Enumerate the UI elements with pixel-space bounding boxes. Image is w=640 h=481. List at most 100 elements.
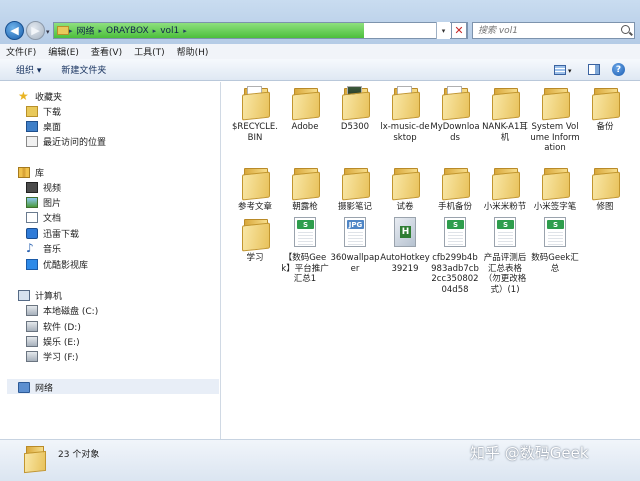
sidebar-item-documents[interactable]: 文档 bbox=[26, 210, 61, 224]
downloads-folder-icon bbox=[26, 105, 38, 117]
command-bar: 组织 ▾ 新建文件夹 bbox=[0, 59, 640, 81]
youku-library-icon bbox=[26, 258, 38, 270]
help-icon[interactable]: ? bbox=[612, 63, 625, 76]
sidebar-label: 学习 (F:) bbox=[43, 352, 79, 363]
menu-tools[interactable]: 工具(T) bbox=[134, 45, 165, 58]
address-bar[interactable]: ▸ 网络 ▸ ORAYBOX ▸ vol1 ▸ bbox=[53, 22, 468, 39]
folder-icon bbox=[241, 165, 269, 199]
file-name: lx-music-desktop bbox=[380, 122, 430, 143]
file-name: 小米签字笔 bbox=[533, 202, 577, 212]
folder-icon bbox=[441, 85, 469, 119]
sidebar-item-drive-c[interactable]: 本地磁盘 (C:) bbox=[26, 303, 98, 317]
sidebar-label: 软件 (D:) bbox=[43, 322, 81, 333]
file-item[interactable]: S cfb299b4b983adb7cb2cc35080204d58 bbox=[430, 216, 480, 295]
file-item[interactable]: 学习 bbox=[230, 216, 280, 264]
breadcrumb-vol1[interactable]: vol1 bbox=[156, 26, 183, 36]
menu-view[interactable]: 查看(V) bbox=[91, 45, 122, 58]
explorer-window: ◀ ▶ ▾ ▸ 网络 ▸ ORAYBOX ▸ vol1 ▸ ▾ ✕ 文件(F) … bbox=[0, 0, 640, 481]
breadcrumb-separator[interactable]: ▸ bbox=[183, 27, 187, 35]
file-name: System Volume Information bbox=[530, 122, 580, 153]
sidebar-item-downloads[interactable]: 下载 bbox=[26, 104, 61, 118]
back-button[interactable]: ◀ bbox=[5, 21, 24, 40]
sidebar-label: 收藏夹 bbox=[35, 92, 63, 103]
organize-button[interactable]: 组织 ▾ bbox=[16, 63, 41, 76]
menu-file[interactable]: 文件(F) bbox=[6, 45, 36, 58]
file-item[interactable]: Adobe bbox=[280, 85, 330, 133]
file-item[interactable]: JPG 360wallpaper bbox=[330, 216, 380, 274]
view-options-icon[interactable] bbox=[554, 65, 566, 75]
folder-icon bbox=[291, 85, 319, 119]
file-name: 学习 bbox=[246, 253, 264, 263]
file-name: 参考文章 bbox=[237, 202, 272, 212]
sidebar-label: 优酷影视库 bbox=[43, 260, 89, 271]
file-item[interactable]: NANK-A1耳机 bbox=[480, 85, 530, 143]
thunder-download-icon bbox=[26, 227, 38, 239]
file-name: D5300 bbox=[340, 122, 370, 132]
file-name: NANK-A1耳机 bbox=[482, 122, 528, 143]
sidebar-item-desktop[interactable]: 桌面 bbox=[26, 119, 61, 133]
sidebar-item-videos[interactable]: 视频 bbox=[26, 180, 61, 194]
file-item[interactable]: 参考文章 bbox=[230, 165, 280, 213]
sidebar-item-drive-e[interactable]: 娱乐 (E:) bbox=[26, 334, 80, 348]
forward-button[interactable]: ▶ bbox=[26, 21, 45, 40]
hard-drive-icon bbox=[26, 335, 38, 347]
new-folder-button[interactable]: 新建文件夹 bbox=[61, 63, 106, 76]
status-bar: 23 个对象 知乎 @数码Geek bbox=[0, 439, 640, 481]
file-item[interactable]: S 数码Geek汇总 bbox=[530, 216, 580, 274]
spreadsheet-file-icon: S bbox=[491, 216, 519, 250]
sidebar-item-drive-f[interactable]: 学习 (F:) bbox=[26, 349, 78, 363]
sidebar-computer[interactable]: 计算机 bbox=[18, 288, 62, 302]
file-item[interactable]: 手机备份 bbox=[430, 165, 480, 213]
video-library-icon bbox=[26, 181, 38, 193]
sidebar-label: 音乐 bbox=[43, 244, 62, 255]
sidebar-item-thunder[interactable]: 迅雷下载 bbox=[26, 226, 79, 240]
sidebar-network[interactable]: 网络 bbox=[18, 380, 53, 394]
file-item[interactable]: 朝露枪 bbox=[280, 165, 330, 213]
file-name: 产品评测后汇总表格（勿更改格式）(1) bbox=[483, 253, 527, 295]
document-library-icon bbox=[26, 211, 38, 223]
preview-pane-icon[interactable] bbox=[588, 64, 600, 75]
file-item[interactable]: $RECYCLE.BIN bbox=[230, 85, 280, 143]
file-name: 摄影笔记 bbox=[337, 202, 372, 212]
view-dropdown[interactable]: ▾ bbox=[568, 67, 572, 75]
sidebar-libraries[interactable]: 库 bbox=[18, 165, 44, 179]
hard-drive-icon bbox=[26, 320, 38, 332]
file-item[interactable]: S 【数码Geek】平台推广汇总1 bbox=[280, 216, 330, 285]
sidebar-item-youku[interactable]: 优酷影视库 bbox=[26, 257, 88, 271]
sidebar-label: 图片 bbox=[43, 198, 62, 209]
file-name: 手机备份 bbox=[437, 202, 472, 212]
search-input[interactable] bbox=[473, 23, 613, 38]
stop-loading-button[interactable]: ✕ bbox=[451, 22, 467, 39]
file-item[interactable]: 摄影笔记 bbox=[330, 165, 380, 213]
file-item[interactable]: S 产品评测后汇总表格（勿更改格式）(1) bbox=[480, 216, 530, 295]
breadcrumb-network[interactable]: 网络 bbox=[73, 24, 99, 37]
sidebar-item-recent[interactable]: 最近访问的位置 bbox=[26, 134, 106, 148]
file-item[interactable]: 试卷 bbox=[380, 165, 430, 213]
file-name: 试卷 bbox=[396, 202, 414, 212]
folder-icon bbox=[491, 85, 519, 119]
file-item[interactable]: 小米签字笔 bbox=[530, 165, 580, 213]
file-item[interactable]: H AutoHotkey39219 bbox=[380, 216, 430, 274]
sidebar-label: 网络 bbox=[35, 383, 54, 394]
search-icon[interactable] bbox=[621, 25, 630, 34]
menu-edit[interactable]: 编辑(E) bbox=[48, 45, 79, 58]
sidebar-favorites[interactable]: ★ 收藏夹 bbox=[18, 89, 62, 103]
file-item[interactable]: MyDownloads bbox=[430, 85, 480, 143]
sidebar-item-music[interactable]: ♪ 音乐 bbox=[26, 241, 61, 255]
network-icon bbox=[18, 381, 30, 393]
file-item[interactable]: System Volume Information bbox=[530, 85, 580, 154]
search-box[interactable] bbox=[472, 22, 635, 39]
file-item[interactable]: 小米米粉节 bbox=[480, 165, 530, 213]
file-item[interactable]: 修图 bbox=[580, 165, 630, 213]
recent-pages-dropdown[interactable]: ▾ bbox=[46, 28, 50, 36]
menu-help[interactable]: 帮助(H) bbox=[177, 45, 209, 58]
spreadsheet-file-icon: S bbox=[291, 216, 319, 250]
sidebar-item-drive-d[interactable]: 软件 (D:) bbox=[26, 319, 81, 333]
breadcrumb-oraybox[interactable]: ORAYBOX bbox=[102, 26, 153, 36]
file-item[interactable]: D5300 bbox=[330, 85, 380, 133]
folder-icon bbox=[241, 216, 269, 250]
file-item[interactable]: 备份 bbox=[580, 85, 630, 133]
address-dropdown[interactable]: ▾ bbox=[436, 22, 450, 39]
sidebar-item-pictures[interactable]: 图片 bbox=[26, 195, 61, 209]
file-item[interactable]: lx-music-desktop bbox=[380, 85, 430, 143]
